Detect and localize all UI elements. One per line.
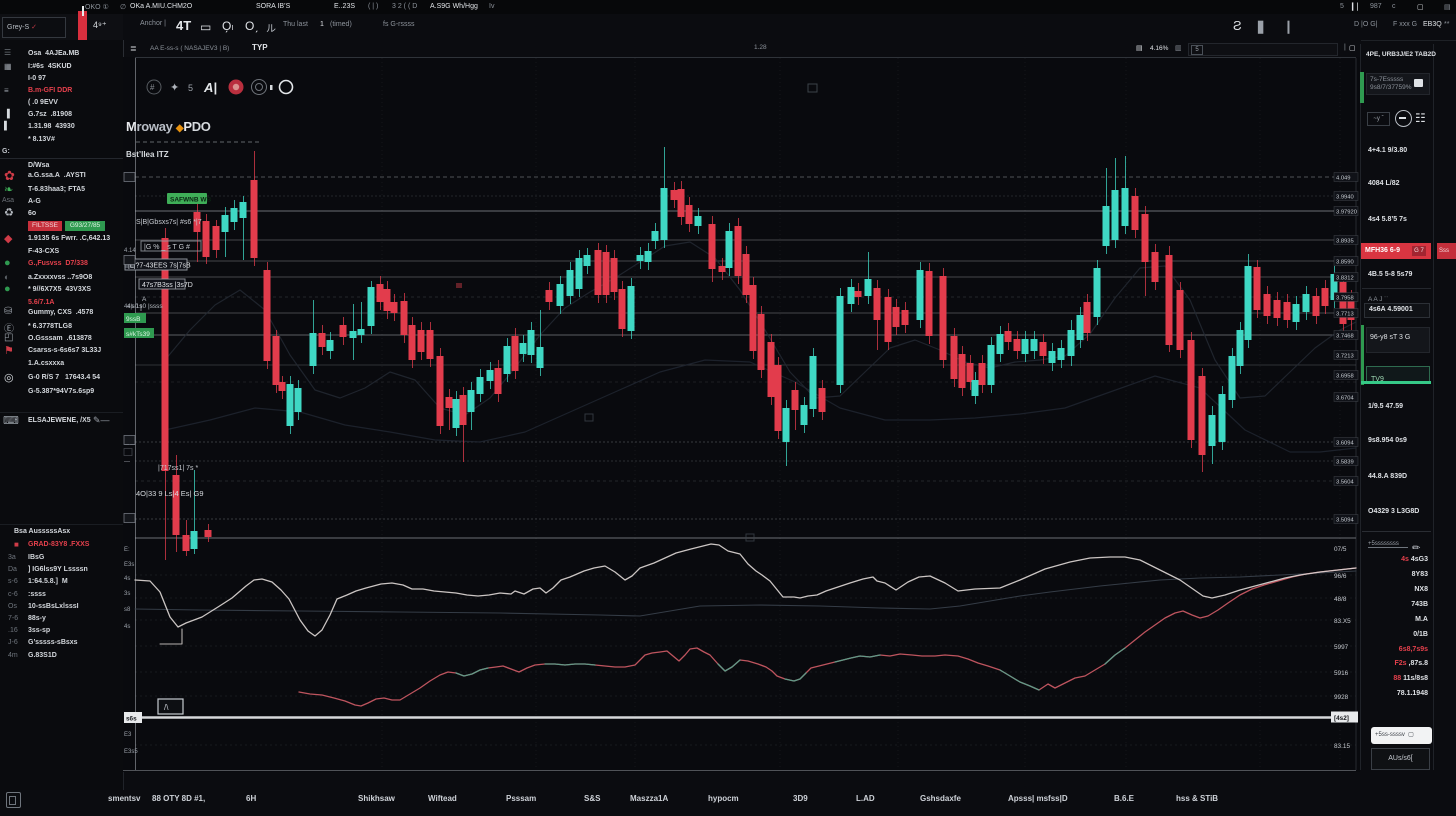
svg-text:9ssB: 9ssB	[126, 316, 140, 323]
svg-text:3.7958: 3.7958	[1336, 296, 1354, 302]
svg-text:3.97920: 3.97920	[1336, 210, 1357, 216]
svg-text:5916: 5916	[1334, 670, 1349, 677]
svg-text:[4s2]: [4s2]	[1334, 715, 1349, 722]
svg-text:E3s: E3s	[124, 562, 134, 568]
svg-text:3.9940: 3.9940	[1336, 195, 1354, 201]
svg-text:4.049: 4.049	[1336, 176, 1351, 182]
svg-text:—: —	[124, 459, 130, 465]
svg-text:|L|?7-43EES 7s|7sB: |L|?7-43EES 7s|7sB	[128, 263, 191, 270]
svg-text:s#kTs39: s#kTs39	[126, 331, 150, 338]
svg-text:|717ss1| 7s *: |717ss1| 7s *	[158, 465, 198, 472]
svg-text:E3: E3	[124, 732, 132, 738]
svg-text:3.8935: 3.8935	[1336, 239, 1354, 245]
svg-text:✦: ✦	[170, 82, 179, 94]
svg-text:3.6094: 3.6094	[1336, 441, 1355, 447]
svg-text:3.5604: 3.5604	[1336, 480, 1355, 486]
svg-text:|G % _ s T G #: |G % _ s T G #	[144, 244, 190, 251]
svg-text:96/6: 96/6	[1334, 573, 1347, 580]
svg-text:3.5839: 3.5839	[1336, 460, 1354, 466]
svg-text:4O|33 9 Ls|4 Es| G9: 4O|33 9 Ls|4 Es| G9	[136, 489, 204, 498]
svg-text:4.14: 4.14	[124, 248, 136, 254]
svg-text:A|: A|	[203, 80, 217, 95]
svg-text:83.X5: 83.X5	[1334, 618, 1351, 625]
svg-text:5: 5	[188, 83, 193, 93]
svg-text:E:: E:	[124, 547, 130, 553]
svg-text:48/8: 48/8	[1334, 596, 1347, 603]
svg-text:3.5094: 3.5094	[1336, 518, 1355, 524]
svg-text:3.8312: 3.8312	[1336, 276, 1354, 282]
svg-text:3.6958: 3.6958	[1336, 374, 1354, 380]
svg-text:#: #	[150, 83, 155, 92]
svg-text:4s: 4s	[124, 624, 130, 630]
svg-text:3.7213: 3.7213	[1336, 354, 1354, 360]
svg-text:3s: 3s	[124, 591, 130, 597]
svg-text:83.15: 83.15	[1334, 743, 1350, 750]
svg-text:3.8590: 3.8590	[1336, 260, 1354, 266]
svg-text:s8: s8	[124, 607, 131, 613]
svg-text:9928: 9928	[1334, 694, 1349, 701]
svg-text:SAFWNB WB: SAFWNB WB	[170, 197, 211, 204]
svg-text:s6s: s6s	[126, 716, 137, 723]
svg-text:3.7468: 3.7468	[1336, 334, 1354, 340]
svg-text:3.6704: 3.6704	[1336, 396, 1355, 402]
svg-text:4s|s0: 4s|s0	[124, 304, 139, 310]
svg-text:A: A	[142, 296, 147, 303]
svg-text:5997: 5997	[1334, 644, 1349, 651]
svg-text:/\: /\	[164, 703, 169, 712]
svg-text:47s7B3ss |3s7D: 47s7B3ss |3s7D	[142, 282, 193, 289]
svg-text:4s: 4s	[124, 576, 130, 582]
svg-text:E3s5: E3s5	[124, 749, 138, 755]
svg-text:3.7713: 3.7713	[1336, 312, 1354, 318]
svg-text:07/5: 07/5	[1334, 546, 1347, 553]
svg-text:S|B|Gbsxs7s| #s6 *|7: S|B|Gbsxs7s| #s6 *|7	[136, 219, 202, 226]
